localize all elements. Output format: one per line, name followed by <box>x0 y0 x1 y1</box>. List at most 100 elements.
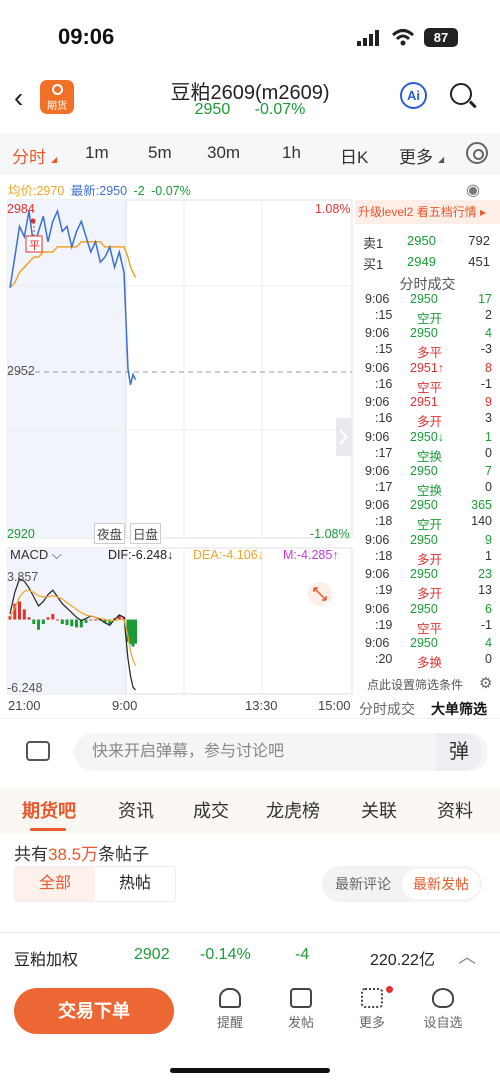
gear-icon[interactable] <box>466 142 488 164</box>
tab-1h[interactable]: 1h <box>282 143 301 163</box>
trade-oi-change: -3 <box>480 342 492 357</box>
ai-icon[interactable]: Ai <box>400 82 427 109</box>
ask-row: 卖1 2950 792 <box>355 230 500 252</box>
post-filter-segment: 全部 热帖 <box>14 866 176 902</box>
trade-time: 9:06 <box>365 464 390 478</box>
chevron-up-icon[interactable]: ︿ <box>458 943 476 969</box>
wifi-icon <box>391 29 415 46</box>
macd-bar <box>84 619 88 623</box>
status-bar: 09:06 87 <box>0 0 500 76</box>
trade-price: 2951↑ <box>410 360 445 375</box>
sort-latest-post-button[interactable]: 最新发帖 <box>402 869 480 899</box>
sort-latest-comment-button[interactable]: 最新评论 <box>324 869 402 899</box>
macd-selector[interactable]: MACD ⌵ <box>10 547 62 563</box>
trade-time: 9:06 <box>365 567 390 582</box>
tab-ranking[interactable]: 龙虎榜 <box>266 797 320 823</box>
trade-oi-change: -1 <box>480 376 492 391</box>
alert-label: 提醒 <box>216 1015 243 1030</box>
change-pct: -0.07% <box>254 101 306 118</box>
filter-hot-button[interactable]: 热帖 <box>95 867 175 901</box>
macd-bar <box>89 619 93 621</box>
filter-hint-text: 点此设置筛选条件 <box>367 678 464 692</box>
ask-volume: 792 <box>468 233 490 248</box>
trade-order-button[interactable]: 交易下单 <box>14 988 174 1034</box>
bid-label: 买1 <box>363 257 384 272</box>
tab-more[interactable]: 更多 <box>399 143 433 168</box>
pct-low-label: -1.08% <box>310 527 350 541</box>
trade-row: 9:06 2950 17:15 空开 2 <box>355 290 500 326</box>
add-watchlist-button[interactable]: 设自选 <box>423 988 463 1031</box>
trade-time: 9:06 <box>365 601 390 616</box>
chart-canvas <box>7 199 353 695</box>
tab-forum[interactable]: 期货吧 <box>22 797 76 823</box>
trade-row: 9:06 2950 4:20 多换 0 <box>355 634 500 670</box>
filter-hint[interactable]: 点此设置筛选条件 ⚙ <box>367 675 492 693</box>
settings-icon[interactable]: ⚙ <box>479 674 492 692</box>
more-button[interactable]: 更多 <box>352 986 393 1031</box>
trade-time: 9:06 <box>365 636 390 650</box>
bid-price: 2949 <box>407 254 436 269</box>
latest-change: -2 <box>133 184 145 198</box>
tab-news[interactable]: 资讯 <box>118 797 154 823</box>
trade-seconds: :17 <box>375 445 393 460</box>
tab-1m[interactable]: 1m <box>85 143 109 163</box>
eye-icon[interactable]: ◉ <box>466 180 480 200</box>
trade-volume: 9 <box>485 532 492 547</box>
filter-all-button[interactable]: 全部 <box>15 867 95 901</box>
macd-bar <box>134 619 137 644</box>
tab-trades[interactable]: 分时成交 <box>359 699 415 719</box>
status-time: 09:06 <box>58 24 115 49</box>
trade-oi-change: 3 <box>485 411 492 426</box>
post-button[interactable]: 发帖 <box>281 988 321 1031</box>
trade-volume: 8 <box>485 360 492 375</box>
tab-30m[interactable]: 30m <box>207 143 240 163</box>
tab-daily-k[interactable]: 日K <box>340 143 368 168</box>
trade-seconds: :16 <box>375 411 393 426</box>
day-session-label: 日盘 <box>130 523 162 544</box>
trade-price: 2950 <box>410 326 438 341</box>
intraday-chart[interactable]: 2984 2952 2920 1.08% -1.08% 平 夜盘 日盘 MACD… <box>0 198 354 718</box>
related-ticker-bar[interactable]: 豆粕加权 2902 -0.14% -4 220.22亿 ︿ <box>0 932 500 978</box>
bottom-bar: 交易下单 提醒 发帖 更多 设自选 <box>0 980 500 1083</box>
macd-bar <box>46 617 50 620</box>
tab-5m[interactable]: 5m <box>148 143 172 163</box>
trade-seconds: :15 <box>375 308 393 322</box>
tab-timeshare[interactable]: 分时 <box>12 143 46 168</box>
trade-row: 9:06 2950↓ 1:17 空换 0 <box>355 428 500 464</box>
battery-icon: 87 <box>424 28 458 47</box>
macd-label: MACD <box>10 547 49 562</box>
comment-input[interactable]: 快来开启弹幕，参与讨论吧 <box>74 733 488 771</box>
post-count-value: 38.5万 <box>48 845 99 864</box>
price-high-label: 2984 <box>7 202 35 216</box>
search-icon[interactable] <box>450 83 472 105</box>
ticker-name: 豆粕加权 <box>14 952 79 969</box>
tab-info[interactable]: 资料 <box>437 797 473 823</box>
trade-row: 9:06 2951↑ 8:16 空平 -1 <box>355 359 500 395</box>
alert-button[interactable]: 提醒 <box>210 988 250 1031</box>
danmaku-toggle-button[interactable]: 弹 <box>436 733 482 771</box>
post-count-prefix: 共有 <box>14 845 48 864</box>
trade-time: 9:06 <box>365 326 390 341</box>
price-mid-label: 2952 <box>7 364 35 378</box>
tab-big-orders[interactable]: 大单筛选 <box>431 699 487 719</box>
trade-row: 9:06 2950 6:19 空平 -1 <box>355 600 500 636</box>
time-label-mid: 13:30 <box>245 698 278 713</box>
macd-bar <box>37 619 40 630</box>
trade-price: 2950 <box>410 532 438 547</box>
trade-type: 多换 <box>417 656 443 670</box>
trade-volume: 17 <box>478 292 492 306</box>
tab-dropdown-icon: ◢ <box>51 155 58 164</box>
trade-time: 9:06 <box>365 429 390 444</box>
upgrade-level2-banner[interactable]: 升级level2 看五档行情 ▸ <box>355 200 500 224</box>
content-tabs: 期货吧 资讯 成交 龙虎榜 关联 资料 <box>0 788 500 834</box>
macd-low-label: -6.248 <box>7 681 43 695</box>
trade-row: 9:06 2950 7:17 空换 0 <box>355 462 500 498</box>
m-value: M:-4.285↑ <box>283 548 339 562</box>
tab-deals[interactable]: 成交 <box>193 797 229 823</box>
flat-marker-label: 平 <box>29 240 40 252</box>
danmaku-settings-icon[interactable] <box>26 741 50 761</box>
period-tabs: 分时 ◢ 1m 5m 30m 1h 日K 更多 ◢ <box>0 133 500 175</box>
chevron-down-icon: ⌵ <box>51 547 62 562</box>
tab-related[interactable]: 关联 <box>361 797 397 823</box>
trade-seconds: :20 <box>375 652 393 666</box>
